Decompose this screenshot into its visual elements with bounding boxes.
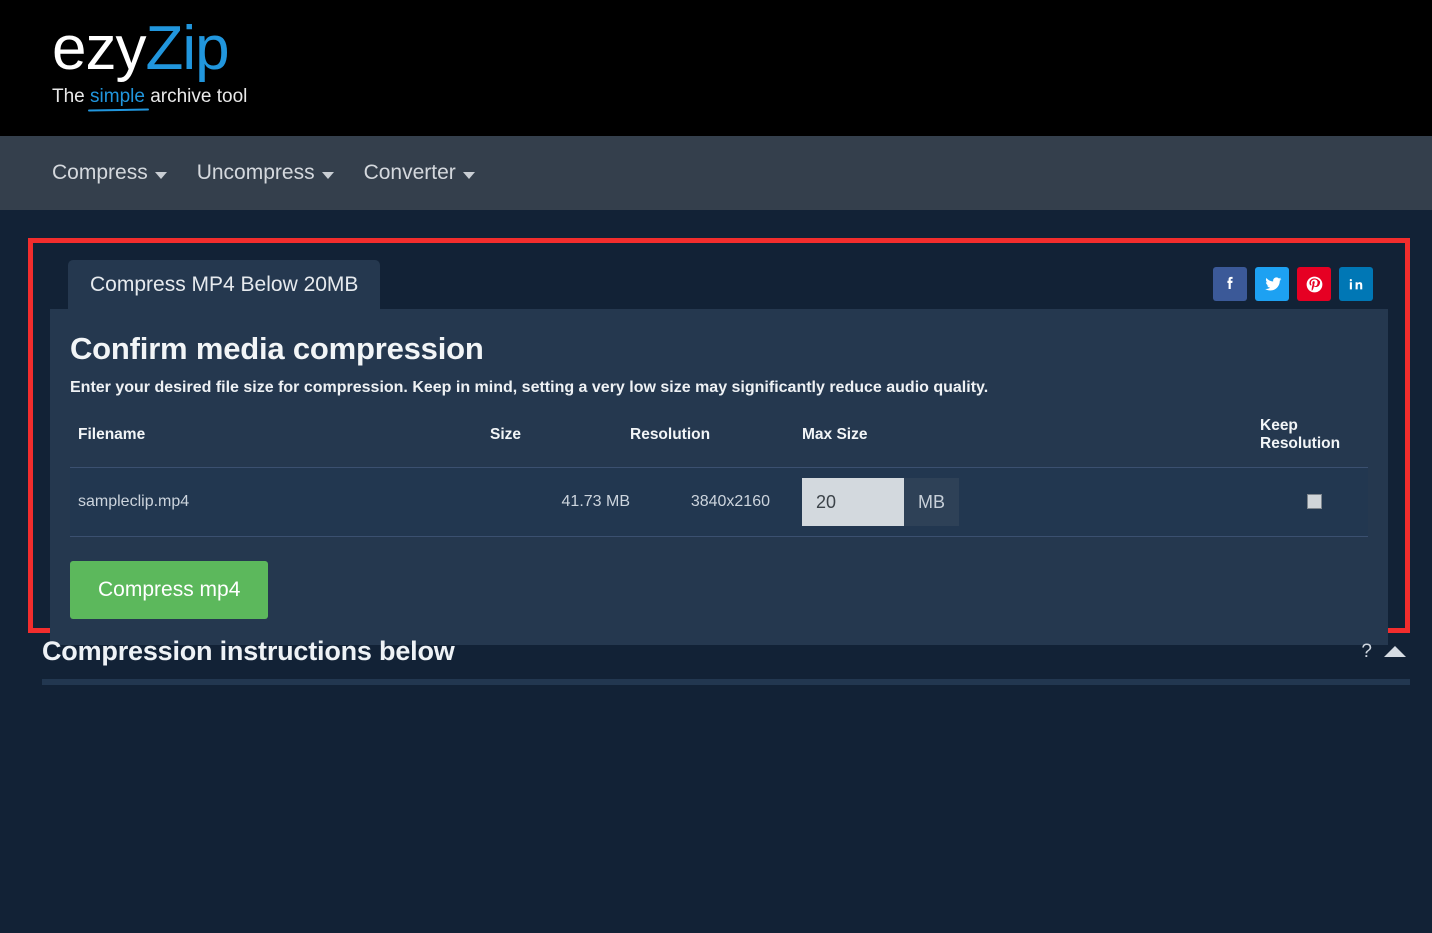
keep-resolution-checkbox[interactable] [1307, 494, 1322, 509]
logo-text-primary: ezy [52, 14, 145, 83]
tagline-pre: The [52, 86, 90, 107]
collapse-up-icon[interactable] [1384, 646, 1406, 657]
column-header-filename: Filename [70, 417, 490, 468]
cell-keep-resolution [1260, 468, 1368, 537]
compression-card: Compress MP4 Below 20MB Confirm media co… [50, 255, 1388, 645]
cell-size: 41.73 MB [490, 468, 630, 537]
column-header-max-size: Max Size [780, 417, 1260, 468]
instructions-title: Compression instructions below [42, 636, 455, 667]
site-logo[interactable]: ezyZip The simple archive tool [52, 14, 247, 108]
tagline-accent: simple [90, 86, 145, 107]
compress-button[interactable]: Compress mp4 [70, 561, 268, 619]
nav-item-uncompress[interactable]: Uncompress [197, 161, 334, 185]
max-size-input-group: MB [802, 478, 959, 526]
help-icon[interactable]: ? [1361, 641, 1372, 663]
tagline-post: archive tool [145, 86, 247, 107]
column-header-resolution: Resolution [630, 417, 780, 468]
chevron-down-icon [322, 172, 334, 179]
nav-item-converter-label: Converter [364, 161, 456, 185]
instructions-divider [42, 679, 1410, 685]
twitter-icon[interactable] [1255, 267, 1289, 301]
facebook-icon[interactable] [1213, 267, 1247, 301]
nav-item-converter[interactable]: Converter [364, 161, 475, 185]
nav-item-uncompress-label: Uncompress [197, 161, 315, 185]
tab-compress-mp4[interactable]: Compress MP4 Below 20MB [68, 260, 380, 309]
linkedin-icon[interactable] [1339, 267, 1373, 301]
masthead: ezyZip The simple archive tool [0, 0, 1432, 136]
max-size-unit-label: MB [904, 478, 959, 526]
logo-text-accent: Zip [145, 14, 228, 83]
logo-tagline: The simple archive tool [52, 86, 247, 108]
column-header-keep-resolution: Keep Resolution [1260, 417, 1368, 468]
page-title: Confirm media compression [70, 331, 1368, 367]
cell-filename: sampleclip.mp4 [70, 468, 490, 537]
logo-text: ezyZip [52, 14, 247, 84]
cell-max-size: MB [780, 468, 1260, 537]
table-header-row: Filename Size Resolution Max Size Keep R… [70, 417, 1368, 468]
chevron-down-icon [155, 172, 167, 179]
chevron-down-icon [463, 172, 475, 179]
nav-item-compress-label: Compress [52, 161, 148, 185]
social-share-row [1213, 267, 1373, 301]
instructions-controls: ? [1361, 641, 1410, 663]
main-navbar: Compress Uncompress Converter [0, 136, 1432, 210]
card-subtitle: Enter your desired file size for compres… [70, 379, 1368, 397]
card-body: Confirm media compression Enter your des… [50, 309, 1388, 645]
nav-item-compress[interactable]: Compress [52, 161, 167, 185]
max-size-input[interactable] [802, 478, 904, 526]
table-row: sampleclip.mp4 41.73 MB 3840x2160 MB [70, 468, 1368, 537]
card-tabstrip: Compress MP4 Below 20MB [50, 255, 1388, 309]
highlight-region: Compress MP4 Below 20MB Confirm media co… [28, 238, 1410, 633]
pinterest-icon[interactable] [1297, 267, 1331, 301]
file-table: Filename Size Resolution Max Size Keep R… [70, 417, 1368, 537]
column-header-size: Size [490, 417, 630, 468]
instructions-section: Compression instructions below ? [42, 636, 1410, 685]
cell-resolution: 3840x2160 [630, 468, 780, 537]
instructions-header: Compression instructions below ? [42, 636, 1410, 679]
